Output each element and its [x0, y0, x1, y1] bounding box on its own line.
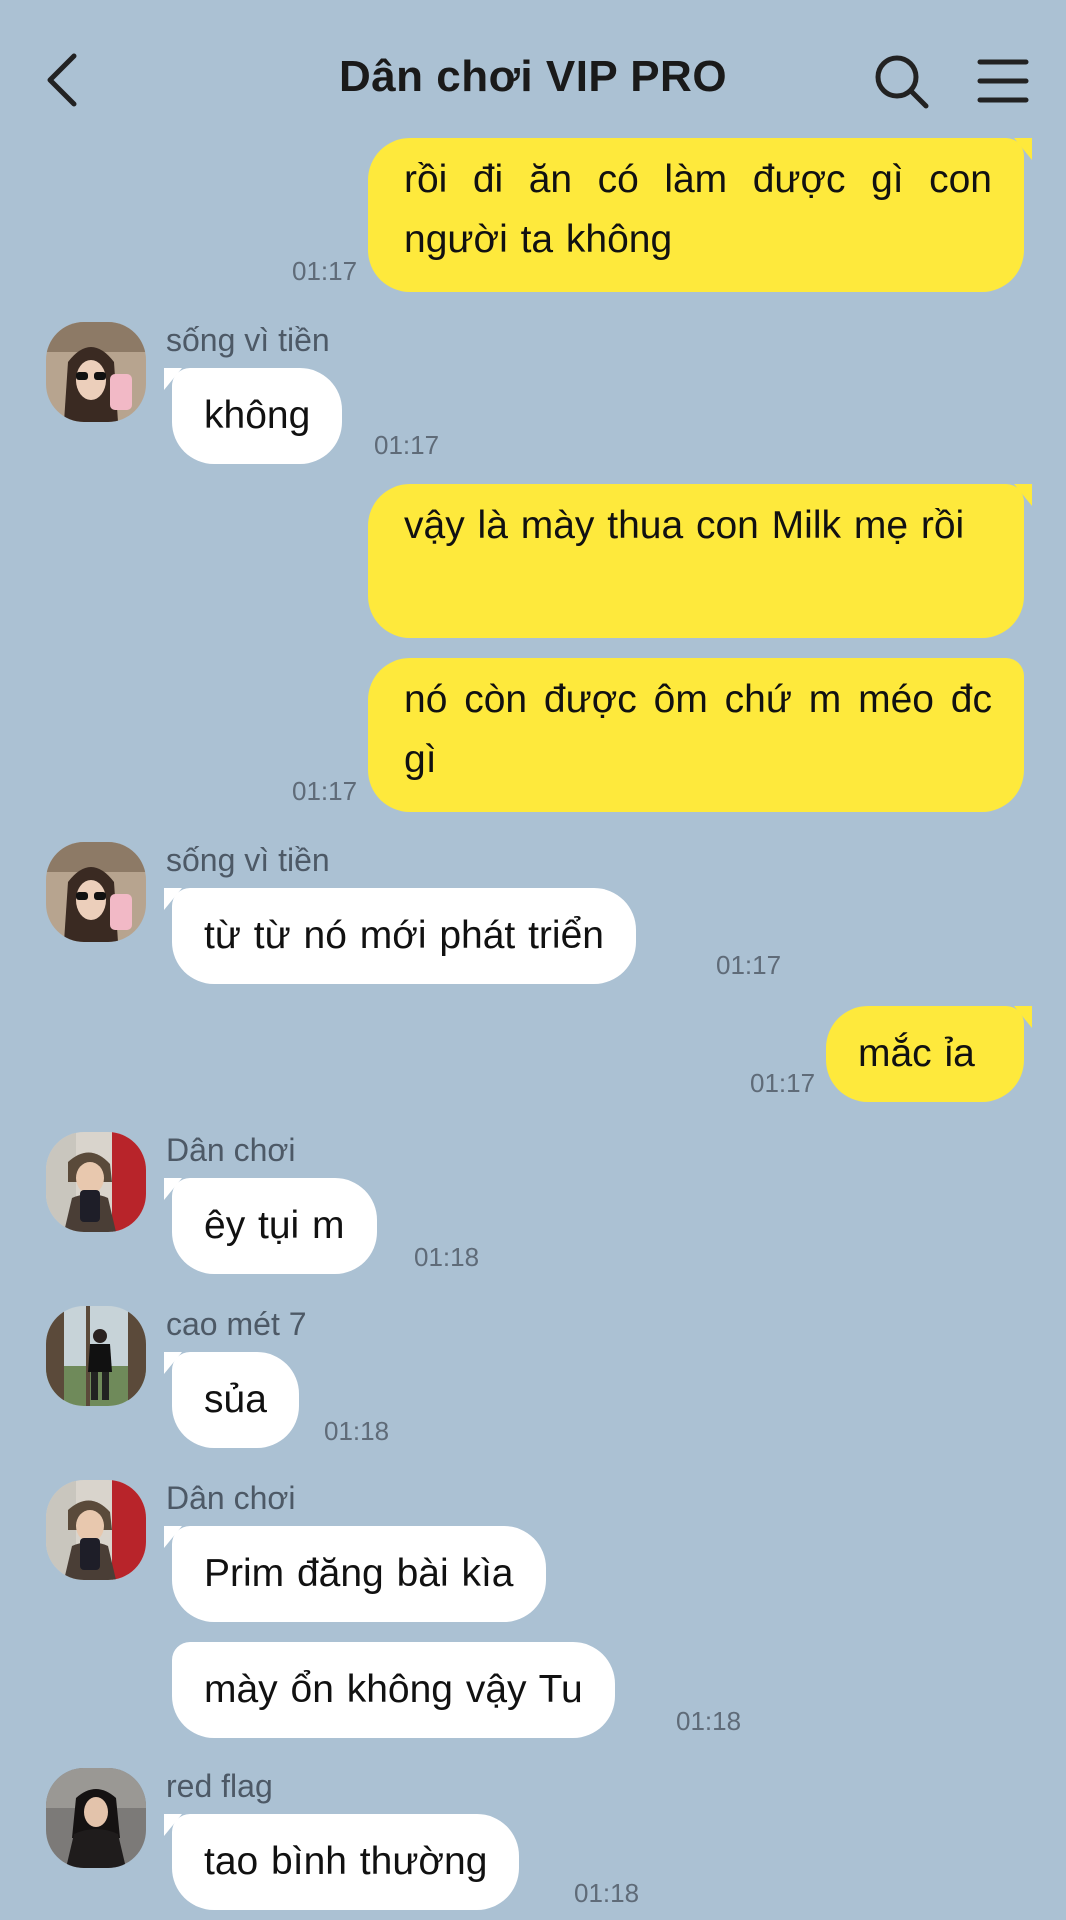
avatar-song-vi-tien[interactable] [46, 322, 146, 422]
message-text: vậy là mày thua con Milk mẹ rồi [404, 504, 965, 547]
message-text: mày ổn không vậy Tu [204, 1668, 583, 1711]
message-time: 01:18 [574, 1878, 640, 1908]
message-text: từ từ nó mới phát triển [204, 914, 604, 957]
chat-header: Dân chơi VIP PRO [0, 0, 1066, 160]
avatar-image [46, 1480, 146, 1580]
avatar-image [46, 842, 146, 942]
message-time: 01:18 [324, 1416, 390, 1446]
their-message-bubble[interactable]: êy tụi m [164, 1178, 377, 1274]
my-message-bubble[interactable]: rồi đi ăn có làm được gì con người ta kh… [368, 138, 1032, 292]
message-time: 01:17 [292, 776, 358, 806]
search-button[interactable] [872, 52, 932, 112]
menu-button[interactable] [976, 56, 1030, 106]
message-text: Prim đăng bài kìa [204, 1552, 514, 1595]
hamburger-menu-icon [977, 59, 1029, 103]
message-text: êy tụi m [204, 1204, 345, 1247]
avatar-red-flag[interactable] [46, 1768, 146, 1868]
avatar-song-vi-tien[interactable] [46, 842, 146, 942]
sender-name: sống vì tiền [166, 842, 330, 878]
avatar-image [46, 1768, 146, 1868]
their-message-bubble[interactable]: tao bình thường [163, 1814, 520, 1910]
avatar-dan-choi[interactable] [46, 1480, 146, 1580]
their-message-bubble[interactable]: không [163, 368, 343, 464]
message-time: 01:17 [374, 430, 440, 460]
message-text: sủa [204, 1378, 267, 1421]
sender-name: red flag [166, 1768, 273, 1804]
their-message-bubble[interactable]: mày ổn không vậy Tu [172, 1642, 615, 1738]
sender-name: Dân chơi [166, 1132, 296, 1168]
their-message-bubble[interactable]: sủa [164, 1352, 299, 1448]
my-message-bubble[interactable]: nó còn được ôm chứ m méo đc gì [368, 658, 1024, 812]
search-icon [875, 55, 929, 109]
message-time: 01:17 [750, 1068, 816, 1098]
message-text: tao bình thường [204, 1840, 488, 1883]
message-time: 01:18 [414, 1242, 480, 1272]
message-time: 01:17 [292, 256, 358, 286]
my-message-bubble[interactable]: vậy là mày thua con Milk mẹ rồi [368, 484, 1032, 638]
avatar-image [46, 1306, 146, 1406]
avatar-image [46, 1132, 146, 1232]
message-text: không [204, 394, 311, 437]
my-message-bubble[interactable]: mắc ỉa [826, 1006, 1032, 1102]
sender-name: sống vì tiền [166, 322, 330, 358]
message-text: mắc ỉa [858, 1032, 975, 1075]
avatar-dan-choi[interactable] [46, 1132, 146, 1232]
sender-name: Dân chơi [166, 1480, 296, 1516]
avatar-image [46, 322, 146, 422]
their-message-bubble[interactable]: Prim đăng bài kìa [164, 1526, 546, 1622]
sender-name: cao mét 7 [166, 1306, 307, 1342]
avatar-cao-met-7[interactable] [46, 1306, 146, 1406]
message-text: rồi đi ăn có làm được gì con người ta kh… [404, 158, 992, 261]
message-time: 01:18 [676, 1706, 742, 1736]
message-time: 01:17 [716, 950, 782, 980]
message-text: nó còn được ôm chứ m méo đc gì [404, 678, 992, 781]
their-message-bubble[interactable]: từ từ nó mới phát triển [164, 888, 636, 984]
